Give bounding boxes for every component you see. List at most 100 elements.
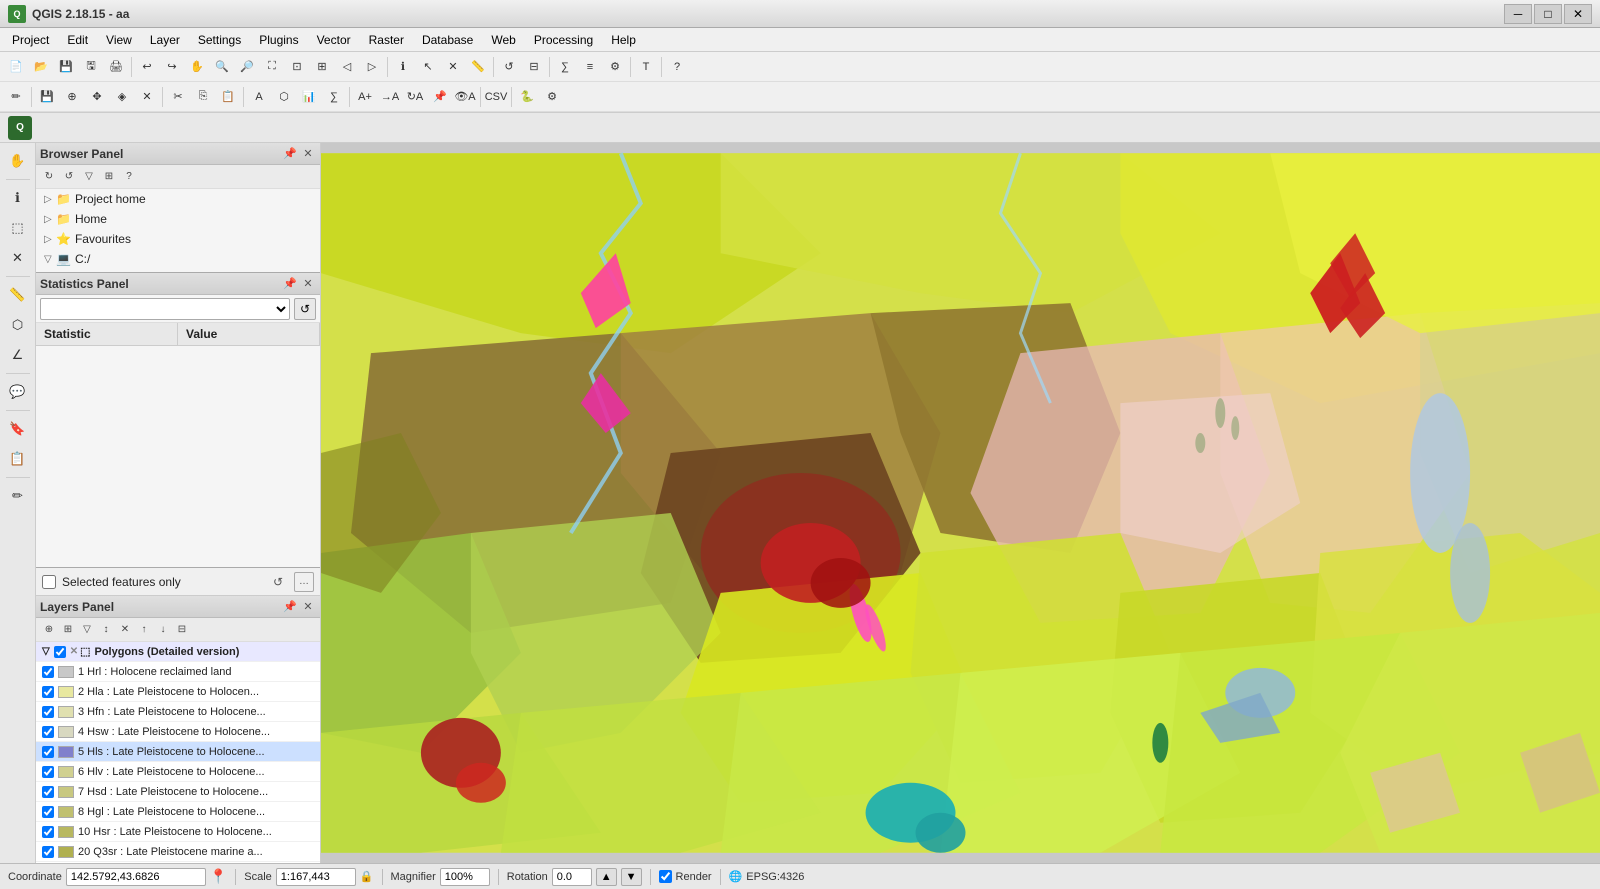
- label-btn[interactable]: A: [247, 85, 271, 109]
- stats-close-button[interactable]: ✕: [300, 276, 316, 292]
- browser-pin-button[interactable]: 📌: [282, 146, 298, 162]
- list-item[interactable]: 3 Hfn : Late Pleistocene to Holocene...: [36, 702, 320, 722]
- browser-item-home[interactable]: ▷ 📁 Home: [36, 209, 320, 229]
- map-tool-measure[interactable]: 📏: [4, 281, 32, 309]
- menu-raster[interactable]: Raster: [361, 31, 412, 49]
- stats-refresh-button[interactable]: ↺: [294, 298, 316, 320]
- attr-table-btn[interactable]: 📊: [297, 85, 321, 109]
- plugin2-btn[interactable]: ⚙: [540, 85, 564, 109]
- map-area[interactable]: [321, 143, 1600, 863]
- node-tool-button[interactable]: ◈: [110, 85, 134, 109]
- maximize-button[interactable]: □: [1534, 4, 1562, 24]
- save-project-button[interactable]: 💾: [54, 55, 78, 79]
- layers-filter-btn[interactable]: ▽: [78, 621, 96, 639]
- stats-pin-button[interactable]: 📌: [282, 276, 298, 292]
- menu-processing[interactable]: Processing: [526, 31, 601, 49]
- redo-button[interactable]: ↪: [160, 55, 184, 79]
- minimize-button[interactable]: ─: [1504, 4, 1532, 24]
- layer-visible-6[interactable]: [42, 766, 54, 778]
- text-button[interactable]: T: [634, 55, 658, 79]
- layers-close-button[interactable]: ✕: [300, 599, 316, 615]
- field-calc-btn[interactable]: ∑: [322, 85, 346, 109]
- menu-web[interactable]: Web: [483, 31, 523, 49]
- browser-item-apps[interactable]: ▷ 📁 Apps: [36, 269, 320, 272]
- layer-group-visible-checkbox[interactable]: [54, 646, 66, 658]
- help-button[interactable]: ?: [665, 55, 689, 79]
- magnifier-input[interactable]: [440, 868, 490, 886]
- layer-visible-4[interactable]: [42, 726, 54, 738]
- pin-label-btn[interactable]: 📌: [428, 85, 452, 109]
- list-item[interactable]: 1 Hrl : Holocene reclaimed land: [36, 662, 320, 682]
- refresh-button[interactable]: ↺: [497, 55, 521, 79]
- move-label-btn[interactable]: →A: [378, 85, 402, 109]
- browser-filter-btn[interactable]: ▽: [80, 168, 98, 186]
- layer-visible-1[interactable]: [42, 666, 54, 678]
- list-item[interactable]: 5 Hls : Late Pleistocene to Holocene...: [36, 742, 320, 762]
- undo-button[interactable]: ↩: [135, 55, 159, 79]
- save-edits-button[interactable]: 💾: [35, 85, 59, 109]
- layers-down-btn[interactable]: ↓: [154, 621, 172, 639]
- menu-vector[interactable]: Vector: [309, 31, 359, 49]
- zoom-in-button[interactable]: 🔍: [210, 55, 234, 79]
- zoom-out-button[interactable]: 🔎: [235, 55, 259, 79]
- show-hide-label-btn[interactable]: 👁A: [453, 85, 477, 109]
- digitize-button[interactable]: ✏: [4, 85, 28, 109]
- browser-item-project-home[interactable]: ▷ 📁 Project home: [36, 189, 320, 209]
- zoom-prev-button[interactable]: ◁: [335, 55, 359, 79]
- map-tool-edit[interactable]: ✏: [4, 482, 32, 510]
- list-item[interactable]: 20 Q3sr : Late Pleistocene marine a...: [36, 842, 320, 862]
- scale-input[interactable]: [276, 868, 356, 886]
- tile-button[interactable]: ⊟: [522, 55, 546, 79]
- browser-collapse-btn[interactable]: ⊞: [100, 168, 118, 186]
- menu-edit[interactable]: Edit: [59, 31, 96, 49]
- layers-add-group-btn[interactable]: ⊕: [40, 621, 58, 639]
- browser-close-button[interactable]: ✕: [300, 146, 316, 162]
- save-as-button[interactable]: 🖫: [79, 55, 103, 79]
- list-item[interactable]: 7 Hsd : Late Pleistocene to Holocene...: [36, 782, 320, 802]
- new-project-button[interactable]: 📄: [4, 55, 28, 79]
- rotation-input[interactable]: [552, 868, 592, 886]
- close-button[interactable]: ✕: [1564, 4, 1592, 24]
- menu-plugins[interactable]: Plugins: [251, 31, 306, 49]
- browser-help-btn[interactable]: ?: [120, 168, 138, 186]
- layers-expand-btn[interactable]: ⊞: [59, 621, 77, 639]
- measure-button[interactable]: 📏: [466, 55, 490, 79]
- menu-settings[interactable]: Settings: [190, 31, 249, 49]
- map-tool-info[interactable]: 📋: [4, 445, 32, 473]
- stats-button[interactable]: ≡: [578, 55, 602, 79]
- layer-x-btn[interactable]: ✕: [70, 646, 78, 657]
- diagram-btn[interactable]: ⬡: [272, 85, 296, 109]
- layers-sort-btn[interactable]: ↕: [97, 621, 115, 639]
- map-tool-area[interactable]: ⬡: [4, 311, 32, 339]
- cut-button[interactable]: ✂: [166, 85, 190, 109]
- move-feature-button[interactable]: ✥: [85, 85, 109, 109]
- csv-btn[interactable]: CSV: [484, 85, 508, 109]
- layer-visible-3[interactable]: [42, 706, 54, 718]
- delete-feature-button[interactable]: ✕: [135, 85, 159, 109]
- menu-help[interactable]: Help: [603, 31, 644, 49]
- layer-visible-8[interactable]: [42, 806, 54, 818]
- layers-pin-button[interactable]: 📌: [282, 599, 298, 615]
- add-feature-button[interactable]: ⊕: [60, 85, 84, 109]
- selected-features-refresh[interactable]: ↺: [268, 572, 288, 592]
- list-item[interactable]: 8 Hgl : Late Pleistocene to Holocene...: [36, 802, 320, 822]
- open-project-button[interactable]: 📂: [29, 55, 53, 79]
- selected-features-more[interactable]: …: [294, 572, 314, 592]
- layer-visible-9[interactable]: [42, 826, 54, 838]
- coord-input[interactable]: [66, 868, 206, 886]
- list-item[interactable]: 10 Hsr : Late Pleistocene to Holocene...: [36, 822, 320, 842]
- map-tool-angle[interactable]: ∠: [4, 341, 32, 369]
- deselect-button[interactable]: ✕: [441, 55, 465, 79]
- map-tool-pan[interactable]: ✋: [4, 147, 32, 175]
- menu-database[interactable]: Database: [414, 31, 481, 49]
- list-item[interactable]: 4 Hsw : Late Pleistocene to Holocene...: [36, 722, 320, 742]
- menu-view[interactable]: View: [98, 31, 140, 49]
- list-item[interactable]: 2 Hla : Late Pleistocene to Holocen...: [36, 682, 320, 702]
- rotate-label-btn[interactable]: ↻A: [403, 85, 427, 109]
- copy-button[interactable]: ⎘: [191, 85, 215, 109]
- layer-visible-5[interactable]: [42, 746, 54, 758]
- list-item[interactable]: 6 Hlv : Late Pleistocene to Holocene...: [36, 762, 320, 782]
- zoom-next-button[interactable]: ▷: [360, 55, 384, 79]
- print-button[interactable]: 🖨: [104, 55, 128, 79]
- map-tool-annotation[interactable]: 💬: [4, 378, 32, 406]
